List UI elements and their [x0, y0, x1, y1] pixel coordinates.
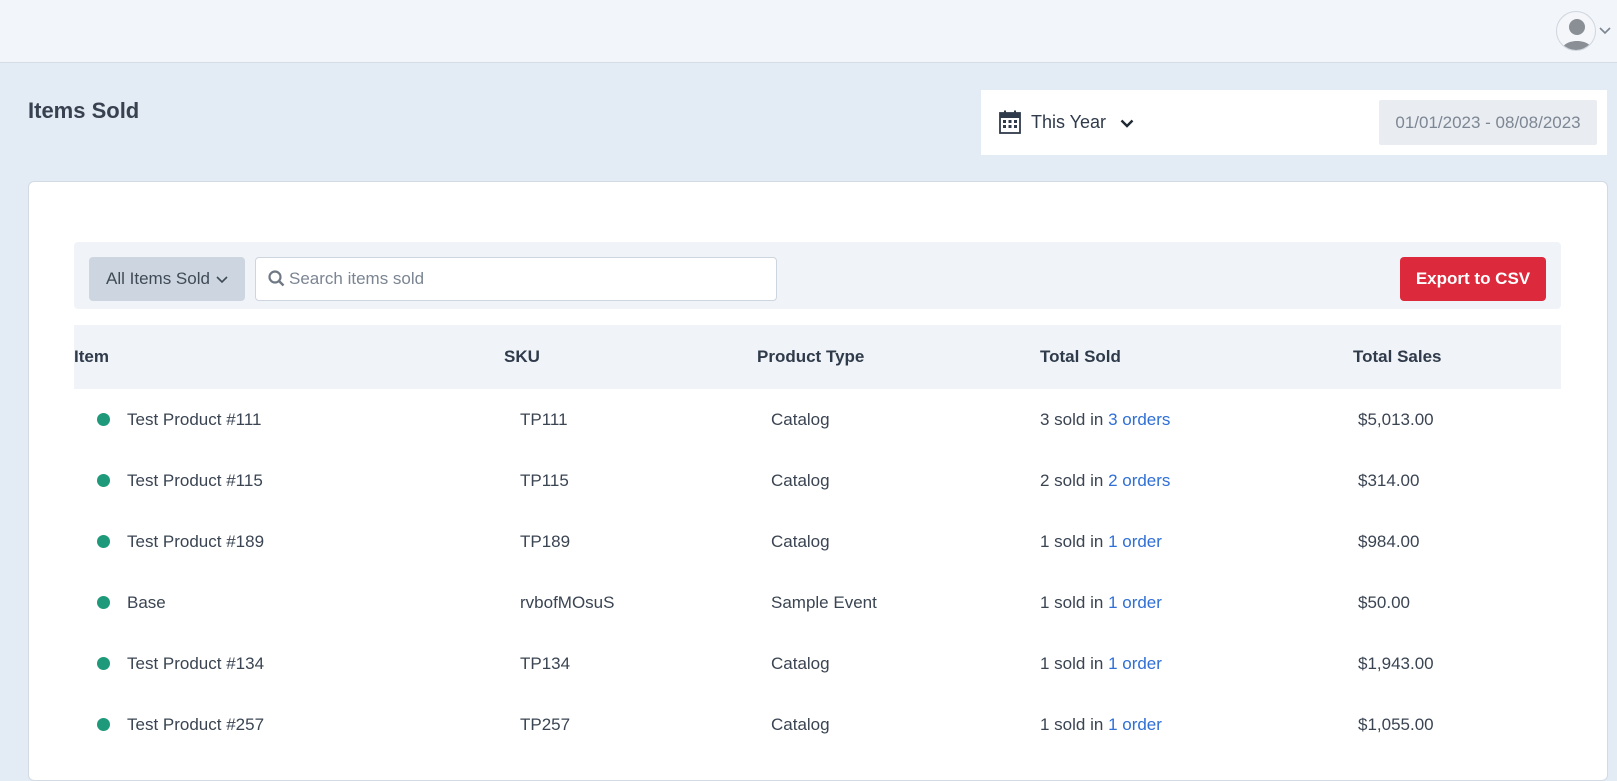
sold-count: 2 sold in: [1040, 471, 1104, 490]
orders-link[interactable]: 1 order: [1108, 532, 1162, 551]
item-name: Test Product #115: [127, 471, 263, 490]
product-type-cell: Sample Event: [771, 593, 877, 612]
items-filter-label: All Items Sold: [106, 269, 210, 288]
items-filter-dropdown[interactable]: All Items Sold: [89, 257, 245, 301]
top-bar: [0, 0, 1617, 63]
total-sales-cell: $1,055.00: [1358, 715, 1434, 734]
item-name: Test Product #134: [127, 654, 265, 673]
sold-count: 1 sold in: [1040, 715, 1104, 734]
table-row: Base rvbofMOsuS Sample Event 1 sold in 1…: [74, 572, 1561, 633]
user-avatar-icon[interactable]: [1556, 11, 1596, 51]
sold-count: 3 sold in: [1040, 410, 1104, 429]
column-header-total-sales[interactable]: Total Sales: [1353, 325, 1442, 389]
product-type-cell: Catalog: [771, 471, 830, 490]
sku-cell: TP115: [520, 471, 569, 490]
date-range-select[interactable]: This Year: [1031, 107, 1134, 137]
table-row: Test Product #134 TP134 Catalog 1 sold i…: [74, 633, 1561, 694]
column-header-sku[interactable]: SKU: [504, 325, 540, 389]
item-name: Test Product #111: [127, 410, 262, 429]
column-header-total-sold[interactable]: Total Sold: [1040, 325, 1121, 389]
product-type-cell: Catalog: [771, 715, 830, 734]
sku-cell: TP189: [520, 532, 571, 551]
date-range-field[interactable]: 01/01/2023 - 08/08/2023: [1379, 100, 1597, 145]
status-dot: [97, 657, 110, 670]
search-box: [255, 257, 777, 301]
status-dot: [97, 535, 110, 548]
table-toolbar: All Items Sold Export to CSV: [74, 242, 1561, 309]
column-header-item[interactable]: Item: [74, 325, 109, 389]
orders-link[interactable]: 1 order: [1108, 654, 1162, 673]
column-header-product-type[interactable]: Product Type: [757, 325, 864, 389]
product-type-cell: Catalog: [771, 532, 830, 551]
total-sales-cell: $5,013.00: [1358, 410, 1434, 429]
chevron-down-icon[interactable]: [1599, 22, 1611, 40]
export-csv-button[interactable]: Export to CSV: [1400, 257, 1546, 301]
total-sales-cell: $1,943.00: [1358, 654, 1434, 673]
total-sold-cell: 3 sold in 3 orders: [1040, 389, 1170, 450]
sku-cell: rvbofMOsuS: [520, 593, 615, 612]
total-sold-cell: 1 sold in 1 order: [1040, 511, 1162, 572]
sold-count: 1 sold in: [1040, 593, 1104, 612]
sold-count: 1 sold in: [1040, 654, 1104, 673]
orders-link[interactable]: 1 order: [1108, 715, 1162, 734]
table-row: Test Product #257 TP257 Catalog 1 sold i…: [74, 694, 1561, 755]
total-sold-cell: 1 sold in 1 order: [1040, 694, 1162, 755]
table-header: Item SKU Product Type Total Sold Total S…: [74, 325, 1561, 389]
user-menu[interactable]: [1556, 11, 1611, 51]
orders-link[interactable]: 3 orders: [1108, 410, 1170, 429]
item-name: Test Product #257: [127, 715, 265, 734]
total-sales-cell: $50.00: [1358, 593, 1410, 612]
total-sold-cell: 1 sold in 1 order: [1040, 572, 1162, 633]
status-dot: [97, 413, 110, 426]
search-input[interactable]: [289, 260, 769, 298]
table-row: Test Product #189 TP189 Catalog 1 sold i…: [74, 511, 1561, 572]
sold-count: 1 sold in: [1040, 532, 1104, 551]
chevron-down-icon: [216, 269, 228, 289]
product-type-cell: Catalog: [771, 654, 830, 673]
sku-cell: TP134: [520, 654, 571, 673]
product-type-cell: Catalog: [771, 410, 830, 429]
sku-cell: TP111: [520, 410, 568, 429]
total-sold-cell: 2 sold in 2 orders: [1040, 450, 1170, 511]
sku-cell: TP257: [520, 715, 571, 734]
search-icon: [268, 270, 285, 292]
page-title: Items Sold: [28, 98, 140, 123]
status-dot: [97, 596, 110, 609]
total-sold-cell: 1 sold in 1 order: [1040, 633, 1162, 694]
orders-link[interactable]: 2 orders: [1108, 471, 1170, 490]
total-sales-cell: $984.00: [1358, 532, 1420, 551]
status-dot: [97, 718, 110, 731]
calendar-icon: [999, 110, 1021, 139]
status-dot: [97, 474, 110, 487]
total-sales-cell: $314.00: [1358, 471, 1420, 490]
table-row: Test Product #115 TP115 Catalog 2 sold i…: [74, 450, 1561, 511]
item-name: Base: [127, 593, 166, 612]
date-filter: This Year 01/01/2023 - 08/08/2023: [981, 90, 1607, 155]
chevron-down-icon: [1120, 112, 1134, 133]
table-row: Test Product #111 TP111 Catalog 3 sold i…: [74, 389, 1561, 450]
orders-link[interactable]: 1 order: [1108, 593, 1162, 612]
date-range-label: This Year: [1031, 111, 1107, 132]
items-sold-card: All Items Sold Export to CSV Item SKU Pr…: [28, 181, 1608, 781]
item-name: Test Product #189: [127, 532, 265, 551]
